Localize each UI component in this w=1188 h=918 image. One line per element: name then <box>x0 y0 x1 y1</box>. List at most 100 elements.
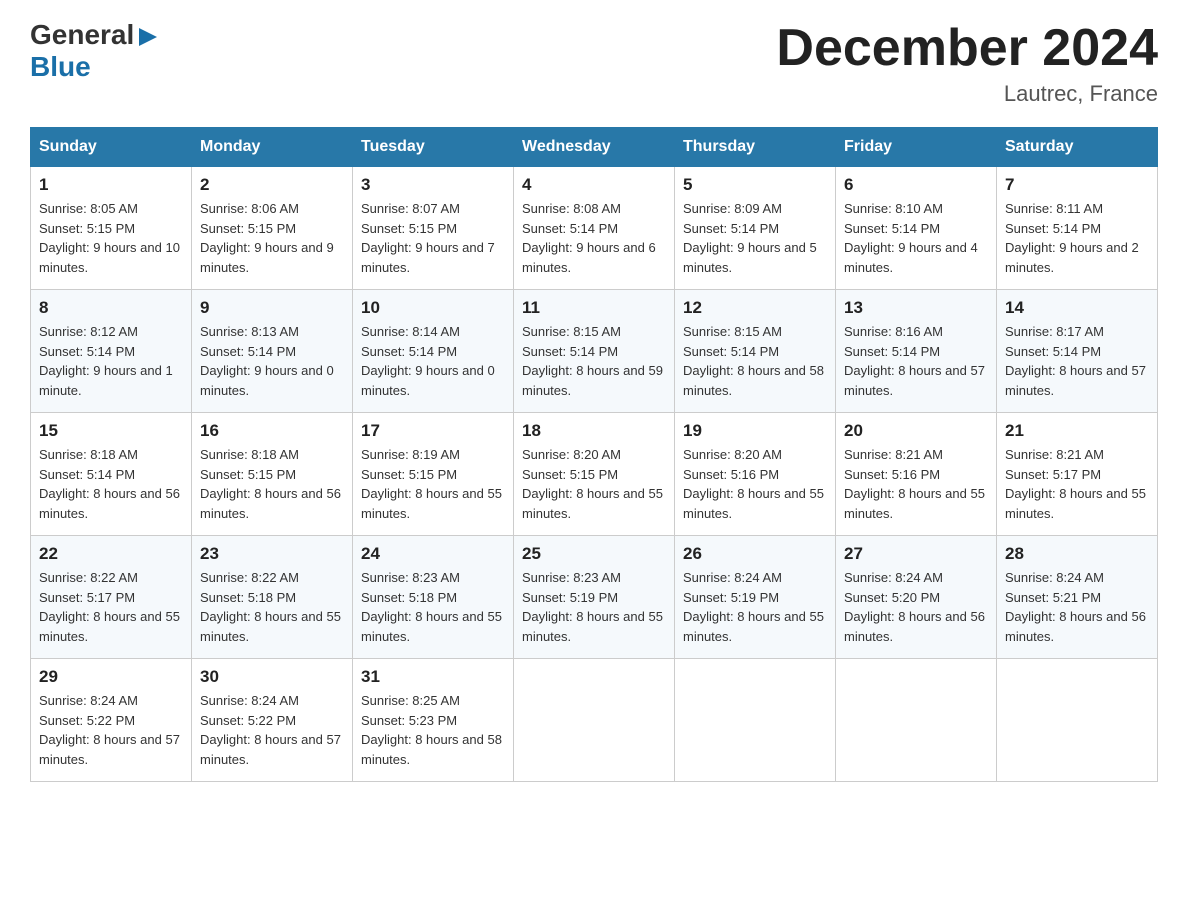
day-number: 23 <box>200 544 344 564</box>
day-info: Sunrise: 8:10 AMSunset: 5:14 PMDaylight:… <box>844 199 988 277</box>
day-info: Sunrise: 8:22 AMSunset: 5:18 PMDaylight:… <box>200 568 344 646</box>
day-info: Sunrise: 8:23 AMSunset: 5:19 PMDaylight:… <box>522 568 666 646</box>
table-row: 1 Sunrise: 8:05 AMSunset: 5:15 PMDayligh… <box>31 167 192 290</box>
calendar-table: Sunday Monday Tuesday Wednesday Thursday… <box>30 127 1158 782</box>
day-number: 5 <box>683 175 827 195</box>
day-number: 10 <box>361 298 505 318</box>
day-info: Sunrise: 8:05 AMSunset: 5:15 PMDaylight:… <box>39 199 183 277</box>
day-info: Sunrise: 8:19 AMSunset: 5:15 PMDaylight:… <box>361 445 505 523</box>
table-row: 24 Sunrise: 8:23 AMSunset: 5:18 PMDaylig… <box>353 536 514 659</box>
day-number: 7 <box>1005 175 1149 195</box>
day-info: Sunrise: 8:24 AMSunset: 5:22 PMDaylight:… <box>200 691 344 769</box>
table-row: 6 Sunrise: 8:10 AMSunset: 5:14 PMDayligh… <box>836 167 997 290</box>
day-number: 22 <box>39 544 183 564</box>
day-number: 28 <box>1005 544 1149 564</box>
calendar-week-row: 15 Sunrise: 8:18 AMSunset: 5:14 PMDaylig… <box>31 413 1158 536</box>
table-row: 13 Sunrise: 8:16 AMSunset: 5:14 PMDaylig… <box>836 290 997 413</box>
title-area: December 2024 Lautrec, France <box>776 20 1158 107</box>
logo-general: General <box>30 19 134 50</box>
col-friday: Friday <box>836 128 997 167</box>
col-monday: Monday <box>192 128 353 167</box>
day-number: 26 <box>683 544 827 564</box>
table-row <box>836 659 997 782</box>
calendar-week-row: 1 Sunrise: 8:05 AMSunset: 5:15 PMDayligh… <box>31 167 1158 290</box>
day-info: Sunrise: 8:24 AMSunset: 5:20 PMDaylight:… <box>844 568 988 646</box>
day-number: 16 <box>200 421 344 441</box>
table-row: 25 Sunrise: 8:23 AMSunset: 5:19 PMDaylig… <box>514 536 675 659</box>
calendar-week-row: 29 Sunrise: 8:24 AMSunset: 5:22 PMDaylig… <box>31 659 1158 782</box>
day-info: Sunrise: 8:15 AMSunset: 5:14 PMDaylight:… <box>522 322 666 400</box>
day-number: 21 <box>1005 421 1149 441</box>
day-info: Sunrise: 8:24 AMSunset: 5:22 PMDaylight:… <box>39 691 183 769</box>
col-wednesday: Wednesday <box>514 128 675 167</box>
day-number: 20 <box>844 421 988 441</box>
logo: General Blue <box>30 20 159 83</box>
day-number: 25 <box>522 544 666 564</box>
day-number: 13 <box>844 298 988 318</box>
table-row: 3 Sunrise: 8:07 AMSunset: 5:15 PMDayligh… <box>353 167 514 290</box>
day-number: 14 <box>1005 298 1149 318</box>
day-info: Sunrise: 8:21 AMSunset: 5:16 PMDaylight:… <box>844 445 988 523</box>
day-info: Sunrise: 8:09 AMSunset: 5:14 PMDaylight:… <box>683 199 827 277</box>
table-row: 31 Sunrise: 8:25 AMSunset: 5:23 PMDaylig… <box>353 659 514 782</box>
logo-blue: Blue <box>30 51 91 83</box>
day-number: 15 <box>39 421 183 441</box>
day-info: Sunrise: 8:15 AMSunset: 5:14 PMDaylight:… <box>683 322 827 400</box>
table-row <box>675 659 836 782</box>
col-saturday: Saturday <box>997 128 1158 167</box>
table-row: 23 Sunrise: 8:22 AMSunset: 5:18 PMDaylig… <box>192 536 353 659</box>
day-info: Sunrise: 8:20 AMSunset: 5:15 PMDaylight:… <box>522 445 666 523</box>
day-info: Sunrise: 8:20 AMSunset: 5:16 PMDaylight:… <box>683 445 827 523</box>
day-info: Sunrise: 8:21 AMSunset: 5:17 PMDaylight:… <box>1005 445 1149 523</box>
table-row: 19 Sunrise: 8:20 AMSunset: 5:16 PMDaylig… <box>675 413 836 536</box>
page-header: General Blue December 2024 Lautrec, Fran… <box>30 20 1158 107</box>
day-number: 12 <box>683 298 827 318</box>
day-info: Sunrise: 8:07 AMSunset: 5:15 PMDaylight:… <box>361 199 505 277</box>
day-number: 6 <box>844 175 988 195</box>
day-info: Sunrise: 8:13 AMSunset: 5:14 PMDaylight:… <box>200 322 344 400</box>
table-row: 9 Sunrise: 8:13 AMSunset: 5:14 PMDayligh… <box>192 290 353 413</box>
table-row: 29 Sunrise: 8:24 AMSunset: 5:22 PMDaylig… <box>31 659 192 782</box>
table-row: 8 Sunrise: 8:12 AMSunset: 5:14 PMDayligh… <box>31 290 192 413</box>
day-number: 17 <box>361 421 505 441</box>
header-row: Sunday Monday Tuesday Wednesday Thursday… <box>31 128 1158 167</box>
day-info: Sunrise: 8:22 AMSunset: 5:17 PMDaylight:… <box>39 568 183 646</box>
day-info: Sunrise: 8:25 AMSunset: 5:23 PMDaylight:… <box>361 691 505 769</box>
table-row: 30 Sunrise: 8:24 AMSunset: 5:22 PMDaylig… <box>192 659 353 782</box>
col-tuesday: Tuesday <box>353 128 514 167</box>
table-row: 22 Sunrise: 8:22 AMSunset: 5:17 PMDaylig… <box>31 536 192 659</box>
day-number: 27 <box>844 544 988 564</box>
table-row: 21 Sunrise: 8:21 AMSunset: 5:17 PMDaylig… <box>997 413 1158 536</box>
day-number: 11 <box>522 298 666 318</box>
table-row: 20 Sunrise: 8:21 AMSunset: 5:16 PMDaylig… <box>836 413 997 536</box>
table-row <box>514 659 675 782</box>
day-number: 19 <box>683 421 827 441</box>
table-row: 10 Sunrise: 8:14 AMSunset: 5:14 PMDaylig… <box>353 290 514 413</box>
day-number: 29 <box>39 667 183 687</box>
col-sunday: Sunday <box>31 128 192 167</box>
day-number: 9 <box>200 298 344 318</box>
day-info: Sunrise: 8:16 AMSunset: 5:14 PMDaylight:… <box>844 322 988 400</box>
calendar-week-row: 8 Sunrise: 8:12 AMSunset: 5:14 PMDayligh… <box>31 290 1158 413</box>
day-info: Sunrise: 8:06 AMSunset: 5:15 PMDaylight:… <box>200 199 344 277</box>
day-info: Sunrise: 8:23 AMSunset: 5:18 PMDaylight:… <box>361 568 505 646</box>
day-number: 3 <box>361 175 505 195</box>
day-number: 8 <box>39 298 183 318</box>
table-row: 28 Sunrise: 8:24 AMSunset: 5:21 PMDaylig… <box>997 536 1158 659</box>
month-title: December 2024 <box>776 20 1158 77</box>
location: Lautrec, France <box>776 81 1158 107</box>
day-info: Sunrise: 8:18 AMSunset: 5:15 PMDaylight:… <box>200 445 344 523</box>
day-info: Sunrise: 8:17 AMSunset: 5:14 PMDaylight:… <box>1005 322 1149 400</box>
table-row: 5 Sunrise: 8:09 AMSunset: 5:14 PMDayligh… <box>675 167 836 290</box>
day-number: 18 <box>522 421 666 441</box>
day-info: Sunrise: 8:18 AMSunset: 5:14 PMDaylight:… <box>39 445 183 523</box>
table-row: 4 Sunrise: 8:08 AMSunset: 5:14 PMDayligh… <box>514 167 675 290</box>
day-number: 4 <box>522 175 666 195</box>
table-row: 14 Sunrise: 8:17 AMSunset: 5:14 PMDaylig… <box>997 290 1158 413</box>
table-row: 17 Sunrise: 8:19 AMSunset: 5:15 PMDaylig… <box>353 413 514 536</box>
day-info: Sunrise: 8:12 AMSunset: 5:14 PMDaylight:… <box>39 322 183 400</box>
day-number: 31 <box>361 667 505 687</box>
day-info: Sunrise: 8:14 AMSunset: 5:14 PMDaylight:… <box>361 322 505 400</box>
day-info: Sunrise: 8:11 AMSunset: 5:14 PMDaylight:… <box>1005 199 1149 277</box>
day-info: Sunrise: 8:24 AMSunset: 5:19 PMDaylight:… <box>683 568 827 646</box>
